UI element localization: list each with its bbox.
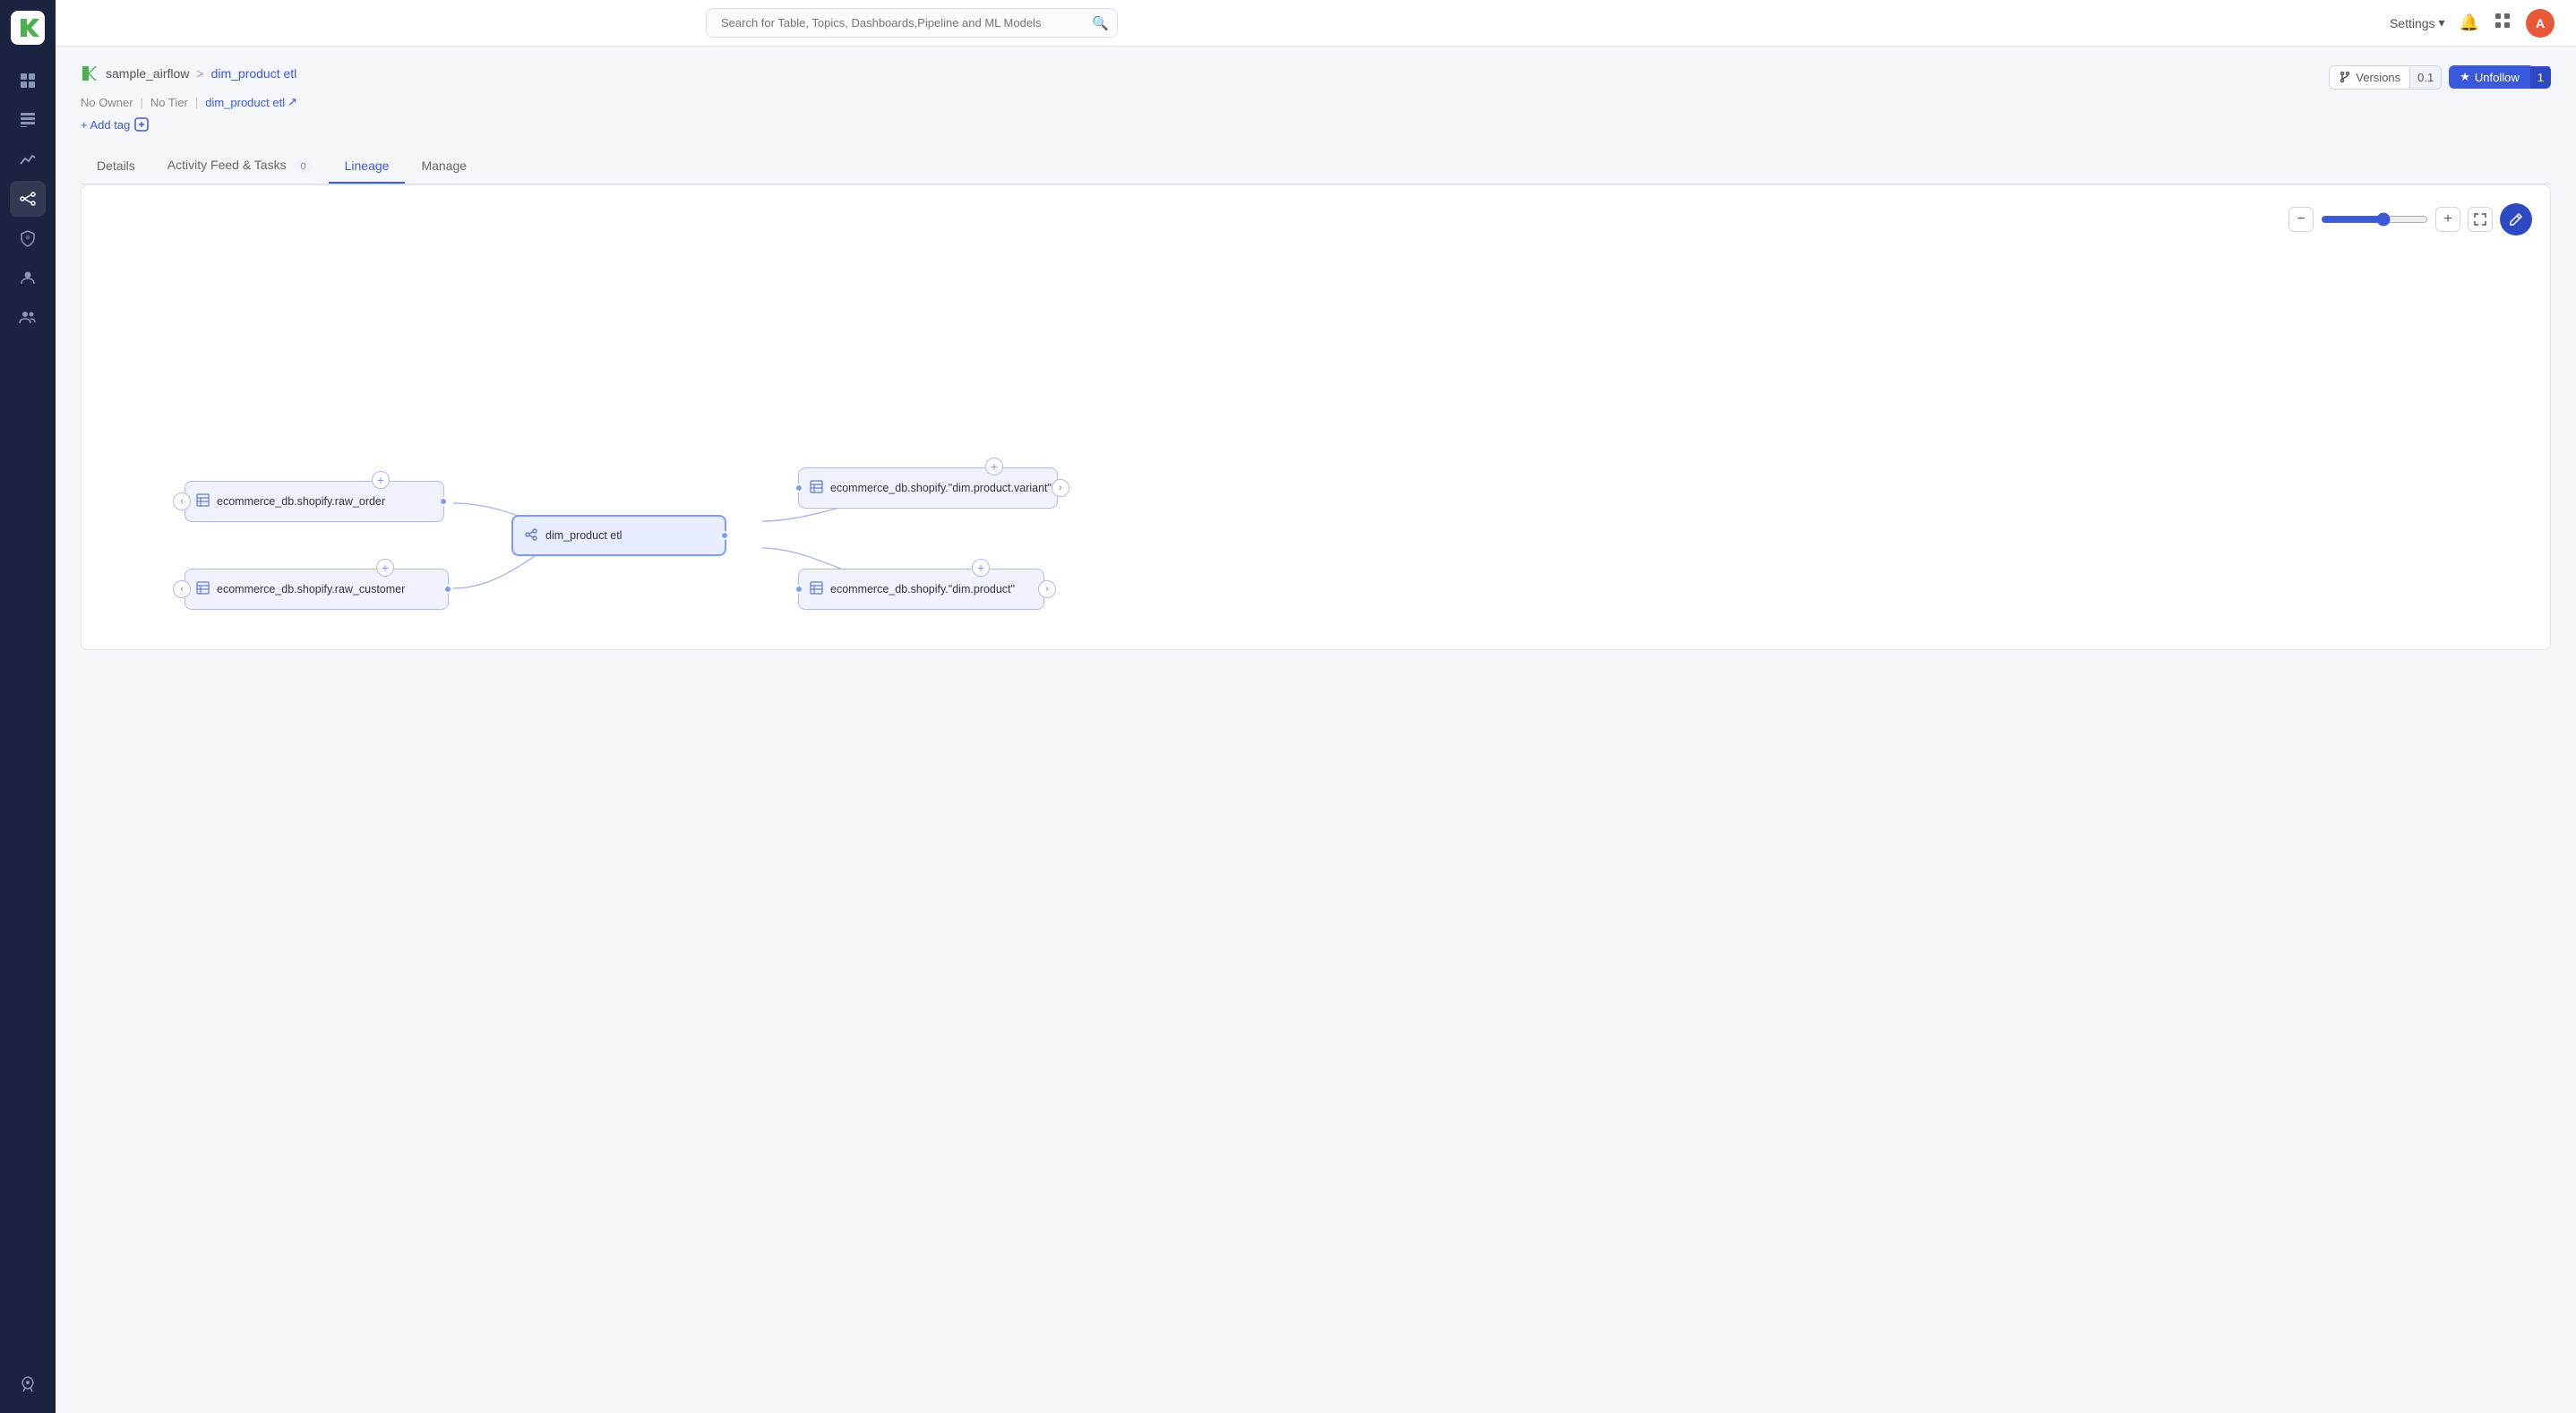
breadcrumb-parent[interactable]: sample_airflow xyxy=(106,66,189,81)
settings-chevron-icon: ▾ xyxy=(2439,15,2445,30)
breadcrumb-separator: > xyxy=(196,66,203,81)
sidebar-item-rocket[interactable] xyxy=(10,1366,46,1402)
search-bar-container: 🔍 xyxy=(706,8,1118,38)
breadcrumb: sample_airflow > dim_product etl xyxy=(81,64,296,82)
versions-label: Versions xyxy=(2330,66,2409,89)
node-input2-dot xyxy=(443,585,452,594)
node-output2-label: ecommerce_db.shopify."dim.product" xyxy=(830,583,1015,595)
tab-activity[interactable]: Activity Feed & Tasks 0 xyxy=(151,149,329,184)
tab-lineage[interactable]: Lineage xyxy=(329,150,406,184)
logo[interactable] xyxy=(11,11,45,45)
node-input2-label: ecommerce_db.shopify.raw_customer xyxy=(217,583,405,595)
node-input1-table-icon xyxy=(196,493,210,510)
meta-row: No Owner | No Tier | dim_product etl ↗ xyxy=(81,95,2551,109)
sidebar-item-governance[interactable] xyxy=(10,220,46,256)
header-row: sample_airflow > dim_product etl Version… xyxy=(81,64,2551,90)
node-output2-add[interactable]: + xyxy=(972,559,990,577)
node-center-right-dot xyxy=(720,531,729,540)
node-output2[interactable]: ecommerce_db.shopify."dim.product" › + xyxy=(798,569,1044,610)
tab-manage[interactable]: Manage xyxy=(405,150,483,184)
sidebar-item-table[interactable] xyxy=(10,102,46,138)
request-description-icon xyxy=(133,116,150,133)
versions-button[interactable]: Versions 0.1 xyxy=(2329,65,2442,90)
node-input1-add[interactable]: + xyxy=(372,471,390,489)
lineage-edges xyxy=(82,185,2550,649)
avatar[interactable]: A xyxy=(2526,9,2555,38)
topnav-right: Settings ▾ 🔔 A xyxy=(2390,9,2555,38)
settings-menu[interactable]: Settings ▾ xyxy=(2390,15,2445,30)
node-input1-dot xyxy=(439,497,448,506)
node-center-pipeline-icon xyxy=(524,527,538,544)
versions-number: 0.1 xyxy=(2409,66,2441,89)
node-input1[interactable]: ‹ ecommerce_db.shopify.raw_order + xyxy=(185,481,444,522)
topnav: 🔍 Settings ▾ 🔔 A xyxy=(56,0,2576,47)
apps-icon[interactable] xyxy=(2494,12,2512,34)
node-input2-table-icon xyxy=(196,581,210,597)
node-output1-left-dot xyxy=(794,484,803,492)
owner-label: No Owner xyxy=(81,96,133,109)
node-input2-expand-left[interactable]: ‹ xyxy=(173,580,191,598)
unfollow-label: ★ Unfollow xyxy=(2449,65,2530,89)
sidebar-item-teams[interactable] xyxy=(10,299,46,335)
meta-sep-1: | xyxy=(141,96,143,109)
node-input2-add[interactable]: + xyxy=(376,559,394,577)
sidebar-item-user[interactable] xyxy=(10,260,46,295)
node-output1-add[interactable]: + xyxy=(985,458,1003,475)
tab-details[interactable]: Details xyxy=(81,150,151,184)
unfollow-button[interactable]: ★ Unfollow 1 xyxy=(2449,65,2551,89)
sidebar xyxy=(0,0,56,1413)
node-output2-table-icon xyxy=(810,581,823,597)
activity-badge: 0 xyxy=(294,160,312,173)
node-output2-expand-right[interactable]: › xyxy=(1038,580,1056,598)
notifications-icon[interactable]: 🔔 xyxy=(2460,13,2479,32)
tabs: Details Activity Feed & Tasks 0 Lineage … xyxy=(81,149,2551,184)
node-input2[interactable]: ‹ ecommerce_db.shopify.raw_customer + xyxy=(185,569,449,610)
external-link-icon: ↗ xyxy=(288,95,297,109)
sidebar-item-insights[interactable] xyxy=(10,141,46,177)
unfollow-count: 1 xyxy=(2530,66,2551,89)
breadcrumb-logo-icon xyxy=(81,64,99,82)
add-tag-button[interactable]: + Add tag xyxy=(81,116,2551,133)
lineage-canvas: − + xyxy=(81,184,2551,650)
settings-label: Settings xyxy=(2390,16,2435,30)
node-center-label: dim_product etl xyxy=(545,529,622,542)
node-output1[interactable]: ecommerce_db.shopify."dim.product.varian… xyxy=(798,467,1058,509)
node-output1-expand-right[interactable]: › xyxy=(1052,479,1069,497)
search-icon: 🔍 xyxy=(1092,15,1109,31)
node-input1-expand-left[interactable]: ‹ xyxy=(173,492,191,510)
node-output1-table-icon xyxy=(810,480,823,496)
node-output1-label: ecommerce_db.shopify."dim.product.varian… xyxy=(830,482,1052,494)
pipeline-link[interactable]: dim_product etl ↗ xyxy=(205,95,297,109)
header-buttons: Versions 0.1 ★ Unfollow 1 xyxy=(2329,65,2551,90)
node-output2-left-dot xyxy=(794,585,803,594)
breadcrumb-current: dim_product etl xyxy=(211,66,297,81)
node-center[interactable]: dim_product etl xyxy=(511,515,726,556)
sidebar-item-home[interactable] xyxy=(10,63,46,98)
tier-label: No Tier xyxy=(150,96,188,109)
git-branch-icon xyxy=(2339,71,2351,83)
sidebar-item-pipeline[interactable] xyxy=(10,181,46,217)
node-input1-label: ecommerce_db.shopify.raw_order xyxy=(217,495,385,508)
search-input[interactable] xyxy=(706,8,1118,38)
meta-sep-2: | xyxy=(195,96,198,109)
main-area: 🔍 Settings ▾ 🔔 A sample_airflow > xyxy=(56,0,2576,1413)
page-content: sample_airflow > dim_product etl Version… xyxy=(56,47,2576,1413)
